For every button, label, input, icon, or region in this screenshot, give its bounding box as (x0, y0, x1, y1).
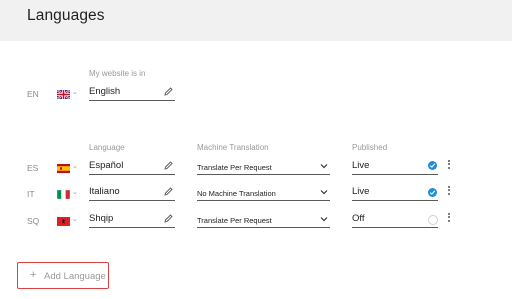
published-field[interactable]: Off (352, 213, 438, 228)
spain-flag-icon (57, 164, 70, 173)
chevron-down-icon (320, 217, 328, 222)
chevron-down-icon (320, 164, 328, 169)
published-check-icon[interactable] (428, 188, 437, 197)
published-status: Off (352, 213, 365, 224)
albania-flag-icon (57, 217, 70, 226)
machine-translation-value: Translate Per Request (197, 163, 272, 172)
published-field[interactable]: Live (352, 186, 438, 201)
default-language-label: My website is in (89, 69, 146, 78)
add-language-button[interactable]: + Add Language (17, 262, 109, 289)
header-machine-translation: Machine Translation (197, 143, 269, 152)
header-published: Published (352, 143, 388, 152)
language-code: ES (27, 163, 39, 173)
chevron-down-icon: ⌄ (72, 216, 78, 223)
pencil-icon[interactable] (164, 187, 173, 196)
add-language-label: Add Language (44, 271, 106, 282)
language-name-field[interactable]: Italiano (89, 186, 175, 201)
chevron-down-icon: ⌄ (72, 163, 78, 170)
language-name-field[interactable]: Shqip (89, 213, 175, 228)
machine-translation-value: No Machine Translation (197, 189, 276, 198)
default-language-code: EN (27, 89, 39, 99)
language-name-field[interactable]: Español (89, 160, 175, 175)
language-code: IT (27, 189, 35, 199)
language-code: SQ (27, 216, 40, 226)
language-flag-selector[interactable]: ⌄ (57, 163, 79, 175)
italy-flag-icon (57, 190, 70, 199)
machine-translation-select[interactable]: No Machine Translation (197, 186, 330, 201)
more-options-icon[interactable] (448, 160, 451, 170)
chevron-down-icon: ⌄ (72, 89, 78, 96)
header-language: Language (89, 143, 125, 152)
pencil-icon[interactable] (164, 161, 173, 170)
default-language-flag-selector[interactable]: ⌄ (57, 89, 79, 101)
default-language-value: English (89, 86, 121, 97)
language-name: Italiano (89, 186, 120, 197)
published-field[interactable]: Live (352, 160, 438, 175)
plus-icon: + (30, 269, 37, 281)
pencil-icon[interactable] (164, 87, 173, 96)
more-options-icon[interactable] (448, 186, 451, 196)
uk-flag-icon (57, 90, 70, 99)
default-language-field[interactable]: English (89, 86, 175, 101)
machine-translation-select[interactable]: Translate Per Request (197, 213, 330, 228)
chevron-down-icon: ⌄ (72, 189, 78, 196)
language-flag-selector[interactable]: ⌄ (57, 189, 79, 201)
published-status: Live (352, 160, 370, 171)
machine-translation-select[interactable]: Translate Per Request (197, 160, 330, 175)
language-name: Shqip (89, 213, 114, 224)
published-status: Live (352, 186, 370, 197)
page-header: Languages (0, 0, 512, 41)
pencil-icon[interactable] (164, 214, 173, 223)
more-options-icon[interactable] (448, 213, 451, 223)
published-check-icon[interactable] (428, 161, 437, 170)
chevron-down-icon (320, 190, 328, 195)
machine-translation-value: Translate Per Request (197, 216, 272, 225)
published-toggle-empty-icon[interactable] (428, 215, 438, 225)
language-flag-selector[interactable]: ⌄ (57, 216, 79, 228)
page-title: Languages (27, 7, 105, 24)
language-name: Español (89, 160, 124, 171)
